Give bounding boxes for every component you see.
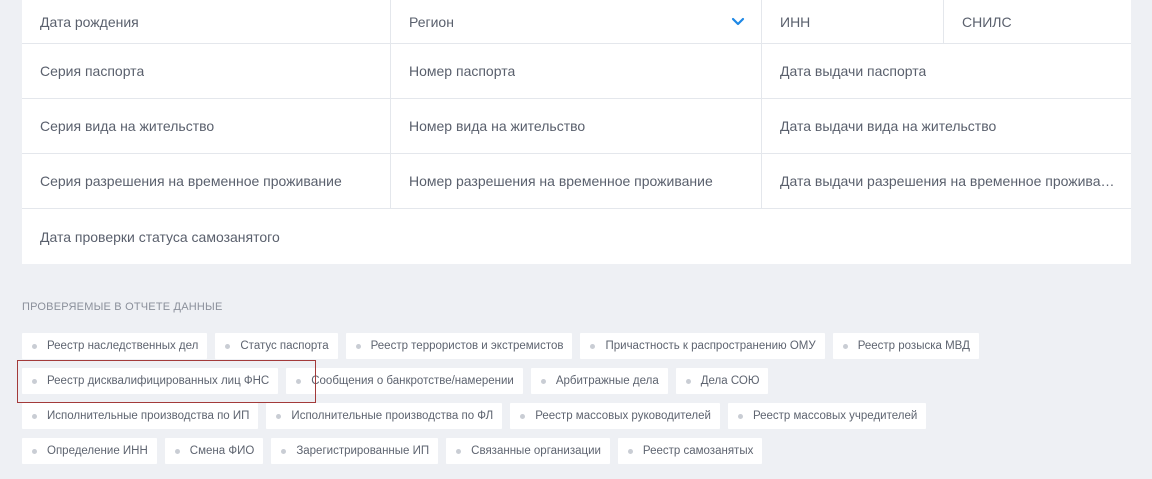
checked-data-chips: Реестр наследственных дел Статус паспорт… bbox=[22, 333, 1132, 473]
dot-icon bbox=[32, 448, 37, 454]
chip-self-employed-registry: Реестр самозанятых bbox=[617, 438, 763, 464]
region-select[interactable]: Регион bbox=[391, 0, 762, 43]
chip-label: Реестр наследственных дел bbox=[47, 340, 199, 352]
form-row: Дата проверки статуса самозанятого bbox=[22, 209, 1131, 264]
chip-arbitration-cases: Арбитражные дела bbox=[530, 368, 668, 394]
dot-icon bbox=[590, 343, 596, 349]
chip-mass-directors: Реестр массовых руководителей bbox=[510, 403, 720, 429]
inn-placeholder: ИНН bbox=[780, 13, 811, 30]
dot-icon bbox=[355, 343, 361, 349]
chip-disqualified-registry: Реестр дисквалифицированных лиц ФНС bbox=[22, 368, 279, 394]
temp-permit-number-placeholder: Номер разрешения на временное проживание bbox=[409, 173, 713, 189]
chip-label: Реестр самозанятых bbox=[642, 445, 754, 457]
dot-icon bbox=[32, 413, 37, 419]
temp-permit-series-field[interactable]: Серия разрешения на временное проживание bbox=[22, 154, 391, 208]
snils-placeholder: СНИЛС bbox=[962, 13, 1012, 30]
chip-terrorists-registry: Реестр террористов и экстремистов bbox=[345, 333, 573, 359]
checked-data-title: Проверяемые в отчете данные bbox=[22, 301, 223, 313]
chip-label: Зарегистрированные ИП bbox=[296, 445, 430, 457]
chip-label: Реестр массовых руководителей bbox=[535, 410, 711, 422]
birth-date-field[interactable]: Дата рождения bbox=[22, 0, 391, 43]
chip-inheritance-registry: Реестр наследственных дел bbox=[22, 333, 208, 359]
chip-row: Исполнительные производства по ИП Исполн… bbox=[22, 403, 1132, 429]
dot-icon bbox=[737, 413, 743, 419]
passport-series-field[interactable]: Серия паспорта bbox=[22, 44, 391, 98]
dot-icon bbox=[225, 343, 231, 349]
form-row: Серия паспорта Номер паспорта Дата выдач… bbox=[22, 44, 1131, 99]
birth-date-placeholder: Дата рождения bbox=[40, 13, 139, 30]
person-data-form: Дата рождения Регион ИНН СНИЛС Серия пас… bbox=[22, 0, 1131, 264]
dot-icon bbox=[627, 448, 633, 454]
passport-number-field[interactable]: Номер паспорта bbox=[391, 44, 762, 98]
chip-name-change: Смена ФИО bbox=[164, 438, 264, 464]
region-placeholder: Регион bbox=[409, 13, 454, 30]
chip-label: Исполнительные производства по ФЛ bbox=[291, 410, 494, 422]
residence-issue-date-field[interactable]: Дата выдачи вида на жительство bbox=[762, 99, 1131, 153]
dot-icon bbox=[32, 378, 37, 384]
passport-issue-date-field[interactable]: Дата выдачи паспорта bbox=[762, 44, 1131, 98]
chip-mass-founders: Реестр массовых учредителей bbox=[727, 403, 927, 429]
chip-label: Реестр террористов и экстремистов bbox=[370, 340, 564, 352]
form-row: Дата рождения Регион ИНН СНИЛС bbox=[22, 0, 1131, 44]
chip-row: Реестр дисквалифицированных лиц ФНС Сооб… bbox=[22, 368, 1132, 394]
chip-label: Причастность к распространению ОМУ bbox=[605, 340, 816, 352]
chip-related-organizations: Связанные организации bbox=[446, 438, 610, 464]
chip-label: Арбитражные дела bbox=[555, 375, 659, 387]
dot-icon bbox=[456, 448, 462, 454]
passport-number-placeholder: Номер паспорта bbox=[409, 63, 516, 79]
chip-label: Статус паспорта bbox=[240, 340, 329, 352]
snils-field[interactable]: СНИЛС bbox=[944, 0, 1131, 43]
chip-label: Реестр массовых учредителей bbox=[752, 410, 918, 422]
self-employed-check-date-placeholder: Дата проверки статуса самозанятого bbox=[40, 228, 280, 245]
chevron-down-icon[interactable] bbox=[731, 17, 745, 27]
chip-bankruptcy-messages: Сообщения о банкротстве/намерении bbox=[286, 368, 523, 394]
residence-number-field[interactable]: Номер вида на жительство bbox=[391, 99, 762, 153]
form-row: Серия вида на жительство Номер вида на ж… bbox=[22, 99, 1131, 154]
temp-permit-series-placeholder: Серия разрешения на временное проживание bbox=[40, 173, 342, 189]
chip-label: Связанные организации bbox=[471, 445, 601, 457]
chip-registered-ip: Зарегистрированные ИП bbox=[271, 438, 439, 464]
dot-icon bbox=[540, 378, 546, 384]
chip-label: Дела СОЮ bbox=[700, 375, 760, 387]
passport-issue-date-placeholder: Дата выдачи паспорта bbox=[780, 63, 927, 79]
chip-label: Сообщения о банкротстве/намерении bbox=[311, 375, 514, 387]
chip-label: Реестр розыска МВД bbox=[857, 340, 970, 352]
chip-wanted-registry: Реестр розыска МВД bbox=[832, 333, 979, 359]
chip-label: Реестр дисквалифицированных лиц ФНС bbox=[47, 375, 270, 387]
chip-label: Смена ФИО bbox=[189, 445, 255, 457]
residence-series-placeholder: Серия вида на жительство bbox=[40, 118, 215, 134]
residence-series-field[interactable]: Серия вида на жительство bbox=[22, 99, 391, 153]
temp-permit-issue-date-placeholder: Дата выдачи разрешения на временное прож… bbox=[780, 173, 1115, 189]
chip-row: Реестр наследственных дел Статус паспорт… bbox=[22, 333, 1132, 359]
chip-general-court-cases: Дела СОЮ bbox=[675, 368, 769, 394]
dot-icon bbox=[296, 378, 302, 384]
chip-passport-status: Статус паспорта bbox=[215, 333, 338, 359]
chip-label: Исполнительные производства по ИП bbox=[47, 410, 250, 422]
dot-icon bbox=[32, 343, 37, 349]
dot-icon bbox=[281, 448, 287, 454]
chip-row: Определение ИНН Смена ФИО Зарегистрирова… bbox=[22, 438, 1132, 464]
temp-permit-number-field[interactable]: Номер разрешения на временное проживание bbox=[391, 154, 762, 208]
residence-number-placeholder: Номер вида на жительство bbox=[409, 118, 586, 134]
dot-icon bbox=[842, 343, 848, 349]
residence-issue-date-placeholder: Дата выдачи вида на жительство bbox=[780, 118, 997, 134]
form-row: Серия разрешения на временное проживание… bbox=[22, 154, 1131, 209]
temp-permit-issue-date-field[interactable]: Дата выдачи разрешения на временное прож… bbox=[762, 154, 1131, 208]
dot-icon bbox=[685, 378, 691, 384]
chip-inn-detection: Определение ИНН bbox=[22, 438, 157, 464]
dot-icon bbox=[276, 413, 282, 419]
inn-field[interactable]: ИНН bbox=[762, 0, 944, 43]
dot-icon bbox=[520, 413, 526, 419]
chip-wmd-involvement: Причастность к распространению ОМУ bbox=[580, 333, 825, 359]
chip-enforcement-ip: Исполнительные производства по ИП bbox=[22, 403, 259, 429]
passport-series-placeholder: Серия паспорта bbox=[40, 63, 145, 79]
chip-label: Определение ИНН bbox=[47, 445, 148, 457]
dot-icon bbox=[174, 448, 180, 454]
self-employed-check-date-field[interactable]: Дата проверки статуса самозанятого bbox=[22, 209, 1131, 264]
chip-enforcement-fl: Исполнительные производства по ФЛ bbox=[266, 403, 503, 429]
